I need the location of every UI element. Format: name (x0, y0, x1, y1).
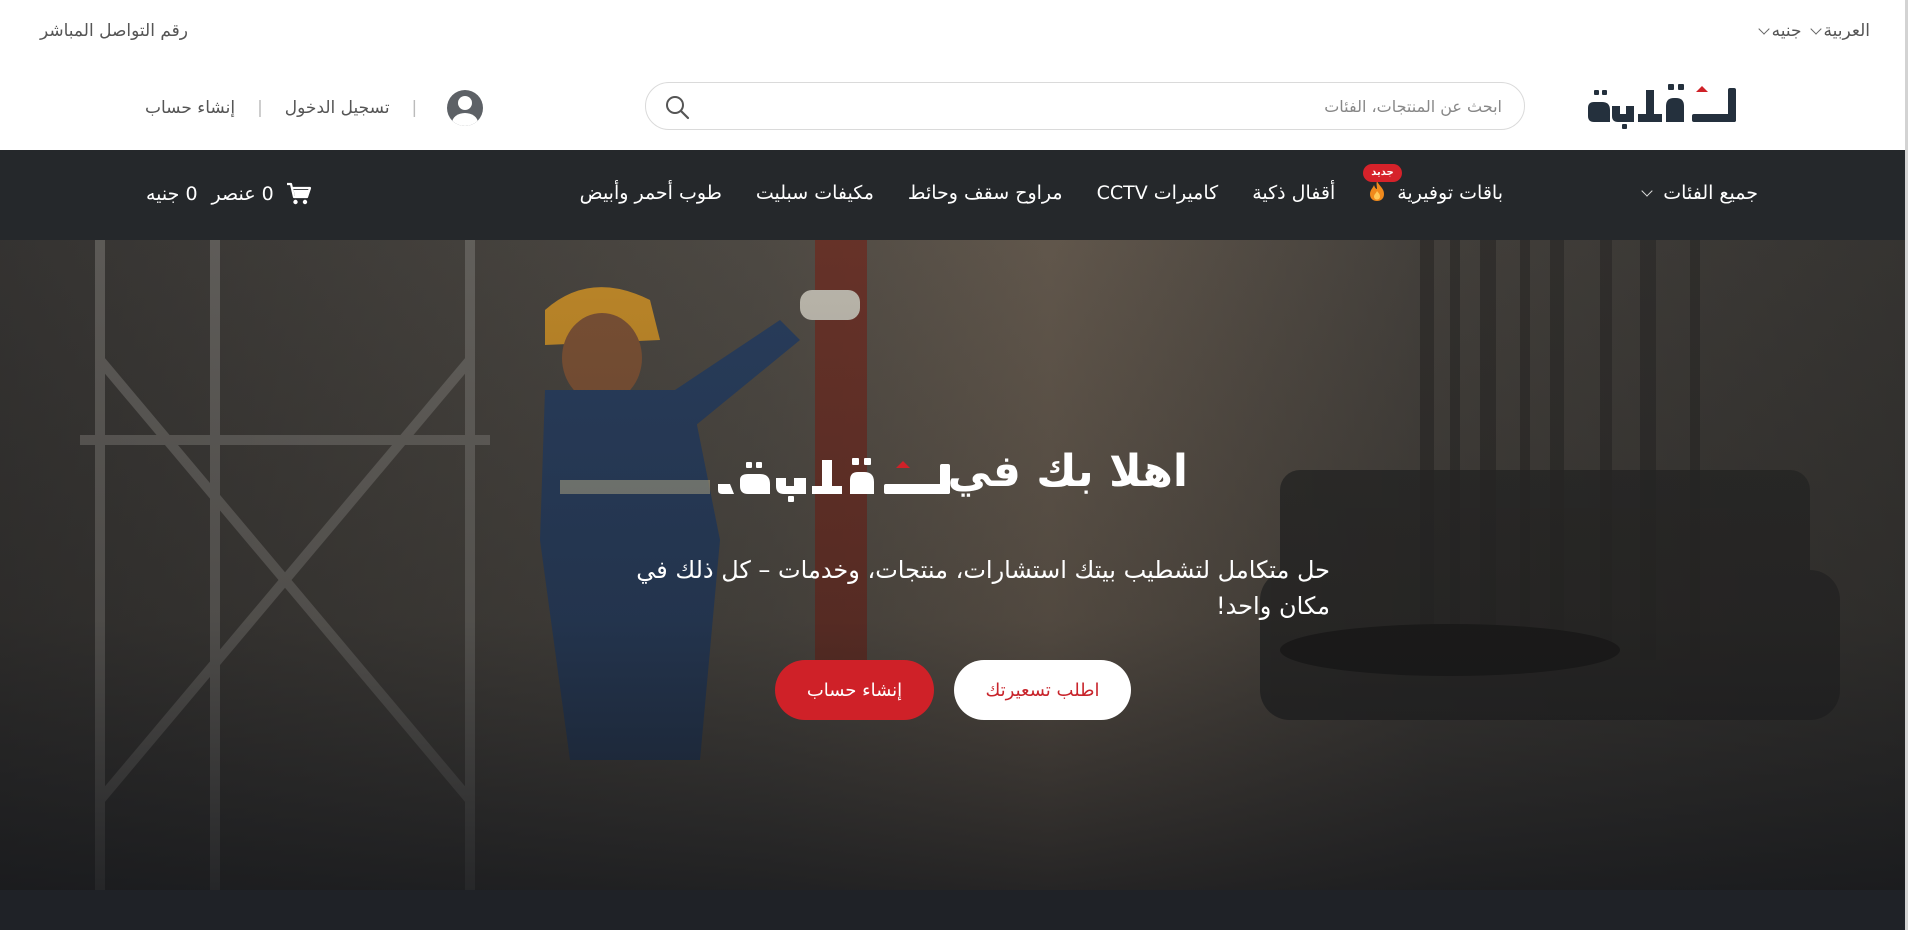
language-label: العربية (1823, 21, 1870, 41)
cart-text: 0 عنصر 0 جنيه (146, 183, 274, 205)
hero-subtitle: حل متكامل لتشطيب بيتك استشارات، منتجات، … (636, 556, 1330, 620)
nav-item-fans[interactable]: مراوح سقف وحائط (908, 182, 1063, 204)
chevron-down-icon (1641, 184, 1653, 197)
language-selector[interactable]: العربية (1809, 21, 1870, 41)
hero-heading: اهلا بك في (700, 446, 1200, 506)
chevron-down-icon (1809, 22, 1822, 35)
cart-icon (286, 182, 311, 205)
cart-count: 0 عنصر (211, 183, 274, 205)
separator: | (411, 98, 418, 118)
nav-item-label: باقات توفيرية (1397, 182, 1503, 204)
bottom-strip (0, 890, 1908, 930)
request-quote-button[interactable]: اطلب تسعيرتك (954, 660, 1131, 720)
chevron-down-icon (1757, 22, 1770, 35)
top-bar: رقم التواصل المباشر العربية جنيه (0, 0, 1908, 66)
search-icon[interactable] (664, 94, 690, 120)
all-categories-dropdown[interactable]: جميع الفئات (1641, 182, 1758, 204)
hero-signup-button[interactable]: إنشاء حساب (775, 660, 934, 720)
nav-item-smart-locks[interactable]: أقفال ذكية (1252, 182, 1335, 204)
flame-icon (1370, 181, 1385, 201)
nav-item-split-ac[interactable]: مكيفات سبليت (756, 182, 874, 204)
all-categories-label: جميع الفئات (1663, 182, 1758, 204)
main-nav: جميع الفئات باقات توفيرية جديد أقفال ذكي… (0, 150, 1908, 240)
cart-summary[interactable]: 0 عنصر 0 جنيه (146, 182, 312, 206)
nav-item-cctv[interactable]: كاميرات CCTV (1097, 182, 1219, 204)
site-logo[interactable] (1588, 80, 1756, 130)
account-links: إنشاء حساب | تسجيل الدخول | (145, 88, 484, 128)
login-link[interactable]: تسجيل الدخول (285, 98, 390, 118)
nav-item-deals[interactable]: باقات توفيرية جديد (1363, 164, 1503, 204)
hero-title: اهلا بك في (947, 446, 1188, 497)
currency-label: جنيه (1771, 21, 1802, 41)
nav-item-bricks[interactable]: طوب أحمر وأبيض (580, 182, 722, 204)
contact-number-label[interactable]: رقم التواصل المباشر (40, 21, 188, 41)
nav-links: باقات توفيرية جديد أقفال ذكية كاميرات CC… (580, 164, 1503, 204)
currency-selector[interactable]: جنيه (1757, 21, 1802, 41)
signup-link[interactable]: إنشاء حساب (145, 98, 235, 118)
cart-total: 0 جنيه (146, 183, 198, 205)
locale-selectors: العربية جنيه (1757, 21, 1870, 41)
hero-banner: اهلا بك في حل متكامل لتشطيب بيتك استشارا… (0, 240, 1908, 930)
search-input[interactable] (742, 83, 1502, 129)
hero-logo (718, 458, 950, 502)
user-avatar-icon[interactable] (447, 90, 484, 126)
hero-content: اهلا بك في حل متكامل لتشطيب بيتك استشارا… (0, 240, 1908, 930)
search-bar (645, 82, 1525, 130)
header: إنشاء حساب | تسجيل الدخول | (0, 66, 1908, 150)
separator: | (257, 98, 263, 118)
new-badge: جديد (1363, 164, 1402, 182)
